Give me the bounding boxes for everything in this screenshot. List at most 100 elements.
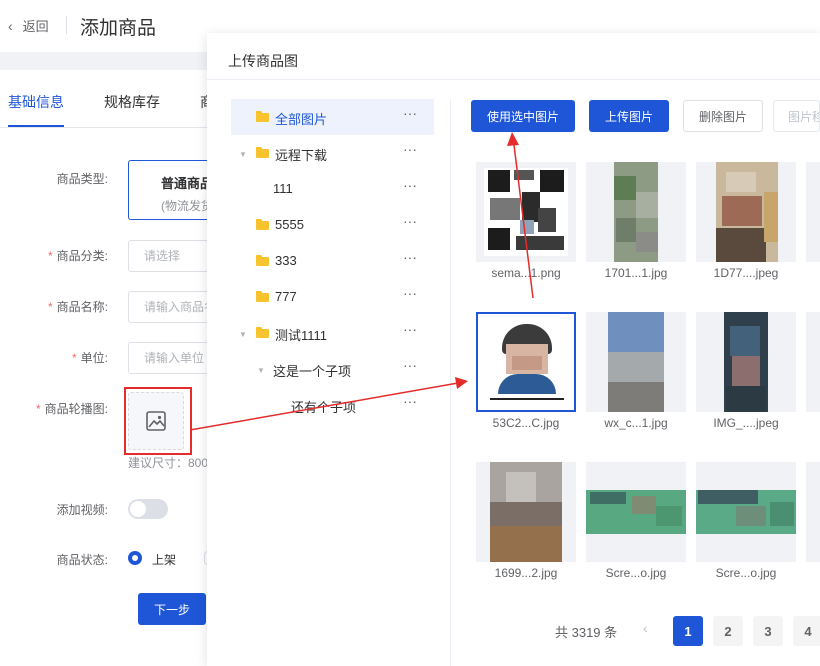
back-label: 返回 xyxy=(22,19,49,34)
category-label-row: * 商品分类: xyxy=(0,247,108,264)
status-label: 商品状态: xyxy=(56,553,108,567)
folder-icon xyxy=(256,327,269,338)
required-mark: * xyxy=(47,300,53,314)
required-mark: * xyxy=(35,402,41,416)
toggle-knob xyxy=(130,501,146,517)
upload-image-dialog: 上传商品图 全部图片 ··· ▼ 远程下载 ··· 111 ··· 5555 ·… xyxy=(207,33,820,666)
unit-input[interactable]: 请输入单位 xyxy=(128,342,218,374)
name-input[interactable]: 请输入商品名称 xyxy=(128,291,218,323)
more-icon[interactable]: ··· xyxy=(403,213,417,229)
move-images-button[interactable]: 图片移动 xyxy=(773,100,820,132)
video-toggle[interactable] xyxy=(128,499,168,519)
folder-icon xyxy=(256,111,269,122)
status-radio-label: 上架 xyxy=(152,553,177,567)
tree-item-label: 全部图片 xyxy=(275,112,328,127)
tree-item-another-subitem[interactable]: 还有个子项 ··· xyxy=(231,387,434,423)
folder-icon xyxy=(256,255,269,266)
page-button-3[interactable]: 3 xyxy=(753,616,783,646)
page-title: 添加商品 xyxy=(80,18,157,39)
more-icon[interactable]: ··· xyxy=(403,249,417,265)
category-label: 商品分类: xyxy=(56,249,108,263)
image-thumbnail[interactable] xyxy=(476,162,576,262)
tree-item-label: 还有个子项 xyxy=(291,400,357,415)
type-card-title: 普通商品 xyxy=(161,176,214,191)
image-thumbnail[interactable] xyxy=(586,162,686,262)
folder-icon xyxy=(256,147,269,158)
tree-item-5555[interactable]: 5555 ··· xyxy=(231,207,434,243)
tree-item-777[interactable]: 777 ··· xyxy=(231,279,434,315)
page-button-2[interactable]: 2 xyxy=(713,616,743,646)
unit-label: 单位: xyxy=(80,351,108,365)
tree-item-label: 测试1111 xyxy=(275,328,328,343)
tree-item-label: 5555 xyxy=(275,217,304,232)
tree-item-label: 777 xyxy=(275,289,297,304)
tree-item-all-images[interactable]: 全部图片 ··· xyxy=(231,99,434,135)
more-icon[interactable]: ··· xyxy=(403,285,417,301)
delete-images-button[interactable]: 删除图片 xyxy=(683,100,763,132)
status-radio-on-shelf[interactable] xyxy=(128,551,142,565)
image-thumbnail-selected[interactable] xyxy=(476,312,576,412)
caret-down-icon[interactable]: ▼ xyxy=(257,366,265,375)
image-caption: wx_c...1.jpg xyxy=(604,416,668,430)
carousel-label: 商品轮播图: xyxy=(44,402,108,416)
dialog-title: 上传商品图 xyxy=(228,53,298,69)
prev-page-icon[interactable]: ‹ xyxy=(643,620,648,636)
image-caption: 1699...2.jpg xyxy=(494,566,558,580)
more-icon[interactable]: ··· xyxy=(403,177,417,193)
tree-item-test1111[interactable]: ▼ 测试1111 ··· xyxy=(231,315,434,351)
upload-images-button[interactable]: 上传图片 xyxy=(589,100,669,132)
name-label: 商品名称: xyxy=(56,300,108,314)
page-button-4[interactable]: 4 xyxy=(793,616,820,646)
category-select[interactable]: 请选择 xyxy=(128,240,218,272)
caret-down-icon[interactable]: ▼ xyxy=(239,150,247,159)
image-thumbnail-partial[interactable] xyxy=(806,462,820,562)
tree-item-remote-download[interactable]: ▼ 远程下载 ··· xyxy=(231,135,434,171)
folder-icon xyxy=(256,291,269,302)
tree-item-111[interactable]: 111 ··· xyxy=(231,171,434,207)
page-button-1[interactable]: 1 xyxy=(673,616,703,646)
tree-item-subitem[interactable]: ▼ 这是一个子项 ··· xyxy=(231,351,434,387)
dialog-header-divider xyxy=(207,79,820,80)
image-thumbnail[interactable] xyxy=(586,312,686,412)
tree-item-label: 这是一个子项 xyxy=(273,364,352,379)
folder-icon xyxy=(256,219,269,230)
tab-basic-info[interactable]: 基础信息 xyxy=(8,92,64,112)
image-thumbnail[interactable] xyxy=(696,312,796,412)
tree-item-label: 333 xyxy=(275,253,297,268)
more-icon[interactable]: ··· xyxy=(403,141,417,157)
image-thumbnail[interactable] xyxy=(696,162,796,262)
image-caption: sema...1.png xyxy=(491,266,561,280)
more-icon[interactable]: ··· xyxy=(403,105,417,121)
carousel-label-row: * 商品轮播图: xyxy=(0,400,108,417)
image-thumbnail-partial[interactable] xyxy=(806,162,820,262)
more-icon[interactable]: ··· xyxy=(403,393,417,409)
sidebar-divider xyxy=(450,99,451,666)
next-step-button[interactable]: 下一步 xyxy=(138,593,206,625)
more-icon[interactable]: ··· xyxy=(403,357,417,373)
image-thumbnail[interactable] xyxy=(476,462,576,562)
tree-item-333[interactable]: 333 ··· xyxy=(231,243,434,279)
pagination-total: 共 3319 条 xyxy=(555,625,618,640)
use-selected-images-button[interactable]: 使用选中图片 xyxy=(471,100,575,132)
image-thumbnail[interactable] xyxy=(586,462,686,562)
caret-down-icon[interactable]: ▼ xyxy=(239,330,247,339)
product-type-card[interactable]: 普通商品 (物流发货) xyxy=(128,160,218,220)
type-label: 商品类型: xyxy=(56,172,108,186)
active-tab-underline xyxy=(8,125,64,127)
header-divider xyxy=(66,16,67,34)
image-thumbnail-partial[interactable] xyxy=(806,312,820,412)
name-label-row: * 商品名称: xyxy=(0,298,108,315)
image-caption: 1701...1.jpg xyxy=(604,266,668,280)
tree-item-label: 111 xyxy=(273,181,293,196)
image-caption: IMG_....jpeg xyxy=(713,416,779,430)
image-thumbnail[interactable] xyxy=(696,462,796,562)
image-caption: Scre...o.jpg xyxy=(605,566,667,580)
image-caption: 53C2...C.jpg xyxy=(492,416,560,430)
tab-spec-stock[interactable]: 规格库存 xyxy=(104,92,160,112)
more-icon[interactable]: ··· xyxy=(403,321,417,337)
carousel-size-hint: 建议尺寸：800 xyxy=(128,456,209,470)
unit-label-row: * 单位: xyxy=(0,349,108,366)
back-link[interactable]: ‹ 返回 xyxy=(8,16,49,35)
annotation-highlight-box xyxy=(124,387,192,455)
chevron-left-icon: ‹ xyxy=(8,17,13,34)
